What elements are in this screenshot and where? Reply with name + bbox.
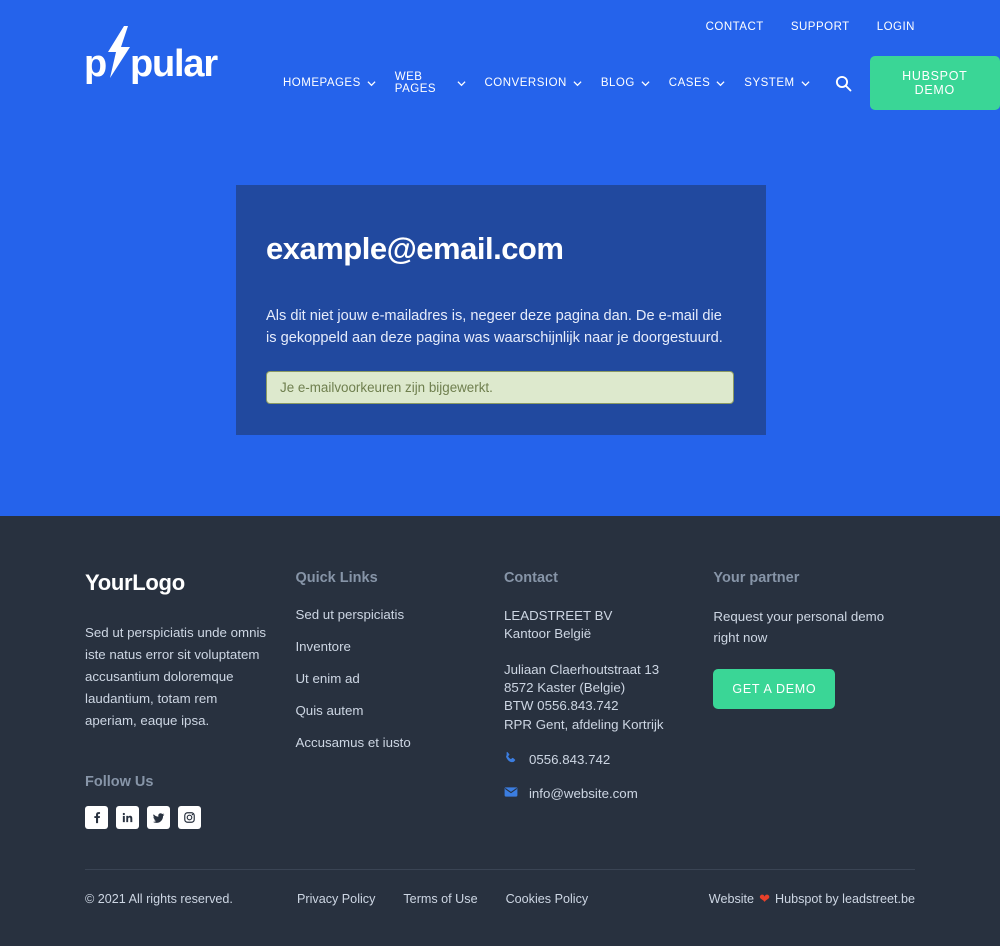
site-logo[interactable]: p pular (84, 26, 218, 85)
envelope-icon (504, 786, 518, 801)
chevron-down-icon (573, 79, 582, 88)
partner-text: Request your personal demo right now (713, 609, 885, 645)
hubspot-demo-button[interactable]: HUBSPOT DEMO (869, 56, 1000, 110)
nav-item-label: HOMEPAGES (283, 77, 361, 89)
footer-column-partner: Your partner Request your personal demo … (713, 570, 915, 829)
contact-address: Juliaan Claerhoutstraat 13 8572 Kaster (… (504, 661, 713, 734)
card-description: Als dit niet jouw e-mailadres is, negeer… (266, 308, 723, 347)
nav-item-system[interactable]: SYSTEM (744, 77, 810, 89)
heart-icon: ❤ (759, 891, 770, 906)
quick-link-item[interactable]: Quis autem (295, 703, 503, 718)
chevron-down-icon (801, 79, 810, 88)
phone-icon (504, 751, 518, 768)
lightning-bolt-icon (106, 26, 131, 78)
company-name: LEADSTREET BV (503, 608, 613, 623)
nav-item-label: SYSTEM (744, 77, 795, 89)
footer-columns: YourLogo Sed ut perspiciatis unde omnis … (85, 516, 915, 829)
quick-link-item[interactable]: Accusamus et iusto (295, 735, 503, 750)
nav-item-conversion[interactable]: CONVERSION (485, 77, 582, 89)
credit-prefix: Website (708, 892, 755, 906)
footer-logo: YourLogo (85, 570, 185, 595)
social-links (85, 805, 295, 829)
legal-links: Privacy Policy Terms of Use Cookies Poli… (297, 892, 588, 906)
logo-text-before: p (84, 43, 107, 85)
page-root: CONTACT SUPPORT LOGIN p pular HOMEPAGES (0, 0, 1000, 946)
chevron-down-icon (367, 79, 376, 88)
chevron-down-icon (716, 79, 725, 88)
quick-link-item[interactable]: Ut enim ad (295, 671, 503, 686)
nav-item-homepages[interactable]: HOMEPAGES (283, 77, 376, 89)
quick-link-item[interactable]: Sed ut perspiciatis (295, 607, 503, 622)
legal-link-privacy[interactable]: Privacy Policy (297, 892, 375, 906)
status-message: Je e-mailvoorkeuren zijn bijgewerkt. (266, 371, 734, 405)
credit-suffix: Hubspot by leadstreet.be (774, 892, 915, 906)
chevron-down-icon (641, 79, 650, 88)
email-preferences-card: example@email.com Als dit niet jouw e-ma… (236, 185, 766, 435)
footer-column-contact: Contact LEADSTREET BV Kantoor België Jul… (504, 570, 713, 829)
toplink-contact[interactable]: CONTACT (706, 21, 764, 33)
legal-link-terms[interactable]: Terms of Use (403, 892, 477, 906)
chevron-down-icon (456, 79, 466, 88)
follow-us-heading: Follow Us (85, 773, 154, 790)
utility-nav: CONTACT SUPPORT LOGIN (706, 21, 915, 33)
toplink-support[interactable]: SUPPORT (791, 21, 850, 33)
quick-links-heading: Quick Links (295, 570, 378, 586)
nav-item-label: BLOG (600, 77, 635, 89)
linkedin-icon[interactable] (116, 805, 139, 829)
contact-company: LEADSTREET BV Kantoor België (504, 607, 713, 644)
legal-link-cookies[interactable]: Cookies Policy (506, 892, 589, 906)
logo-wordmark: p pular (84, 26, 218, 85)
address-city: 8572 Kaster (Belgie) (503, 680, 626, 696)
copyright-text: © 2021 All rights reserved. (85, 892, 233, 906)
toplink-login[interactable]: LOGIN (877, 21, 915, 33)
nav-item-label: CONVERSION (484, 77, 567, 89)
footer-column-brand: YourLogo Sed ut perspiciatis unde omnis … (85, 570, 295, 829)
company-office: Kantoor België (503, 626, 592, 642)
address-street: Juliaan Claerhoutstraat 13 (503, 661, 660, 677)
footer-bottom-bar: © 2021 All rights reserved. Privacy Poli… (85, 891, 915, 907)
nav-item-label: CASES (668, 77, 711, 89)
footer-divider (85, 869, 915, 870)
nav-item-label: WEB PAGES (394, 71, 437, 95)
address-registry: RPR Gent, afdeling Kortrijk (503, 716, 664, 732)
search-icon[interactable] (835, 75, 852, 92)
address-vat: BTW 0556.843.742 (503, 698, 619, 714)
footer-description: Sed ut perspiciatis unde omnis iste natu… (85, 625, 267, 728)
nav-item-web-pages[interactable]: WEB PAGES (395, 71, 466, 95)
contact-heading: Contact (503, 570, 558, 586)
footer-column-quick-links: Quick Links Sed ut perspiciatis Inventor… (295, 570, 503, 829)
nav-item-blog[interactable]: BLOG (601, 77, 650, 89)
contact-phone-row[interactable]: 0556.843.742 (504, 751, 713, 768)
contact-email: info@website.com (528, 786, 638, 802)
site-footer: YourLogo Sed ut perspiciatis unde omnis … (0, 516, 1000, 946)
site-credit: Website ❤ Hubspot by leadstreet.be (709, 891, 915, 907)
main-nav: HOMEPAGES WEB PAGES CONVERSION BLOG CASE… (283, 56, 1000, 110)
twitter-icon[interactable] (147, 805, 170, 829)
contact-phone: 0556.843.742 (528, 752, 611, 768)
quick-link-item[interactable]: Inventore (295, 639, 503, 654)
contact-email-row[interactable]: info@website.com (504, 786, 713, 801)
get-a-demo-button[interactable]: GET A DEMO (713, 669, 836, 710)
instagram-icon[interactable] (178, 805, 201, 829)
partner-heading: Your partner (713, 570, 800, 586)
facebook-icon[interactable] (85, 805, 108, 829)
nav-item-cases[interactable]: CASES (669, 77, 726, 89)
page-title: example@email.com (266, 231, 564, 266)
logo-text-after: pular (130, 43, 218, 85)
footer-inner: YourLogo Sed ut perspiciatis unde omnis … (0, 516, 1000, 906)
